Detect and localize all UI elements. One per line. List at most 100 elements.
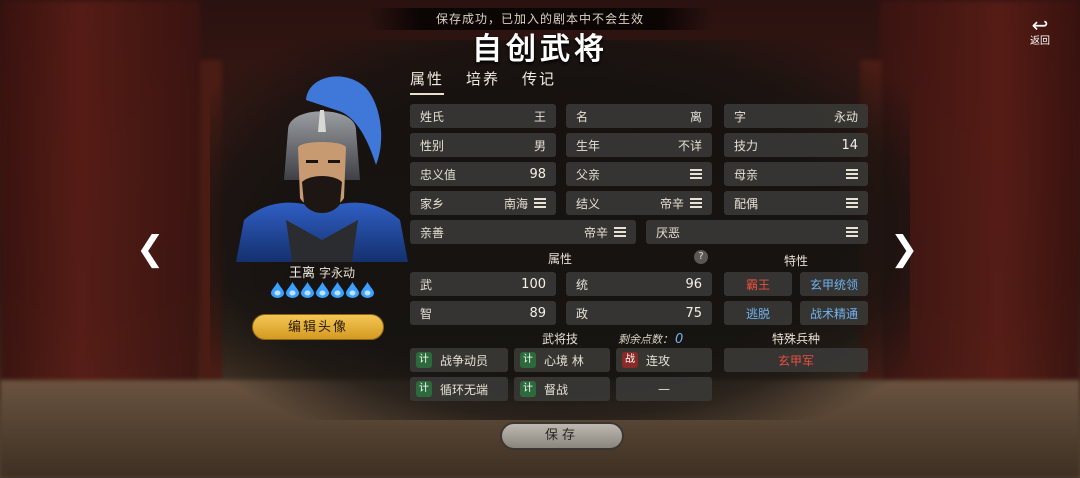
menu-icon [846, 227, 858, 237]
father-field[interactable]: 父亲 [566, 162, 712, 186]
birth-year-field[interactable]: 生年 不详 [566, 133, 712, 157]
tab-attributes[interactable]: 属性 [410, 68, 445, 95]
menu-icon [614, 227, 626, 237]
field-value: 帝辛 [659, 196, 684, 211]
stat-value: 100 [521, 276, 546, 292]
water-drop-icon [285, 282, 299, 298]
field-label: 父亲 [576, 167, 601, 182]
special-troop-slot[interactable]: 玄甲军 [724, 348, 868, 372]
field-value: 离 [689, 109, 702, 124]
remaining-label: 剩余点数： [618, 333, 673, 346]
help-icon[interactable]: ? [694, 250, 708, 264]
tab-training[interactable]: 培养 [466, 68, 500, 95]
stat-intelligence[interactable]: 智 89 [410, 301, 556, 325]
stat-label: 智 [420, 306, 433, 321]
skills-heading: 武将技 [541, 332, 578, 346]
stat-war[interactable]: 武 100 [410, 272, 556, 296]
skill-label: 战争动员 [440, 353, 489, 368]
edit-avatar-button[interactable]: 编辑头像 [252, 314, 384, 340]
spouse-field[interactable]: 配偶 [724, 191, 868, 215]
return-icon: ↩ [1031, 13, 1049, 37]
mother-field[interactable]: 母亲 [724, 162, 868, 186]
star-rating [236, 282, 408, 298]
field-label: 技力 [734, 138, 759, 153]
skill-label: 督战 [544, 382, 569, 397]
menu-icon [690, 198, 702, 208]
save-button[interactable]: 保存 [500, 422, 624, 450]
skill-type-badge: 战 [622, 352, 638, 368]
skill-type-badge: 计 [520, 352, 536, 368]
stat-value: 96 [685, 276, 702, 292]
field-label: 厌恶 [656, 225, 681, 240]
skill-slot[interactable]: 战 连攻 [616, 348, 712, 372]
field-value: 男 [533, 138, 546, 153]
skill-label: 循环无端 [440, 382, 489, 397]
hometown-field[interactable]: 家乡 南海 [410, 191, 556, 215]
surname-field[interactable]: 姓氏 王 [410, 104, 556, 128]
courtesy-field[interactable]: 字 永动 [724, 104, 868, 128]
next-arrow-button[interactable]: ❯ [890, 232, 919, 266]
prev-arrow-button[interactable]: ❮ [136, 232, 165, 266]
field-label: 性别 [420, 138, 445, 153]
likes-field[interactable]: 亲善 帝辛 [410, 220, 636, 244]
stat-value: 75 [685, 305, 702, 321]
skill-points-field[interactable]: 技力 14 [724, 133, 868, 157]
field-value: 南海 [503, 196, 528, 211]
skill-type-badge: 计 [416, 352, 432, 368]
stat-label: 统 [576, 277, 589, 292]
skill-slot-empty[interactable]: — [616, 377, 712, 401]
dislikes-field[interactable]: 厌恶 [646, 220, 868, 244]
tab-biography[interactable]: 传记 [522, 68, 556, 95]
skill-slot[interactable]: 计 督战 [514, 377, 610, 401]
trait-chip[interactable]: 霸王 [724, 272, 792, 296]
field-value: 王 [533, 109, 546, 124]
skill-type-badge: 计 [520, 381, 536, 397]
field-label: 亲善 [420, 225, 445, 240]
chevron-left-icon: ❮ [136, 229, 165, 269]
field-label: 家乡 [420, 196, 445, 211]
skill-slot[interactable]: 计 循环无端 [410, 377, 508, 401]
water-drop-icon [360, 282, 374, 298]
skill-label: — [658, 382, 670, 396]
menu-icon [690, 169, 702, 179]
field-value: 14 [841, 137, 858, 153]
hero-full-name: 王离 [288, 266, 315, 281]
gender-field[interactable]: 性别 男 [410, 133, 556, 157]
field-value: 永动 [833, 109, 858, 124]
trait-chip[interactable]: 逃脱 [724, 301, 792, 325]
field-value: 不详 [677, 138, 702, 153]
pillar [200, 60, 222, 380]
stat-leadership[interactable]: 统 96 [566, 272, 712, 296]
skill-slot[interactable]: 计 战争动员 [410, 348, 508, 372]
skill-slot[interactable]: 计 心境 林 [514, 348, 610, 372]
general-portrait-image [236, 76, 408, 262]
given-name-field[interactable]: 名 离 [566, 104, 712, 128]
trait-chip[interactable]: 玄甲统领 [800, 272, 868, 296]
remaining-points: 剩余点数： 0 [618, 331, 683, 347]
water-drop-icon [330, 282, 344, 298]
hero-portrait [236, 70, 408, 262]
trait-chip[interactable]: 战术精通 [800, 301, 868, 325]
loyalty-field[interactable]: 忠义值 98 [410, 162, 556, 186]
water-drop-icon [345, 282, 359, 298]
remaining-value: 0 [675, 332, 684, 347]
menu-icon [534, 198, 546, 208]
sworn-field[interactable]: 结义 帝辛 [566, 191, 712, 215]
hero-name: 王离 字永动 [236, 262, 408, 281]
stat-value: 89 [529, 305, 546, 321]
water-drop-icon [300, 282, 314, 298]
field-value: 98 [529, 166, 546, 182]
field-label: 母亲 [734, 167, 759, 182]
stat-label: 政 [576, 306, 589, 321]
field-label: 配偶 [734, 196, 759, 211]
back-button[interactable]: ↩ 返回 [1014, 14, 1066, 58]
hero-courtesy-name: 字永动 [319, 266, 356, 280]
field-label: 姓氏 [420, 109, 445, 124]
field-label: 名 [576, 109, 589, 124]
page-title: 自创武将 [472, 32, 608, 67]
field-label: 结义 [576, 196, 601, 211]
traits-heading: 特性 [783, 254, 808, 268]
stat-politics[interactable]: 政 75 [566, 301, 712, 325]
menu-icon [846, 169, 858, 179]
skill-type-badge: 计 [416, 381, 432, 397]
